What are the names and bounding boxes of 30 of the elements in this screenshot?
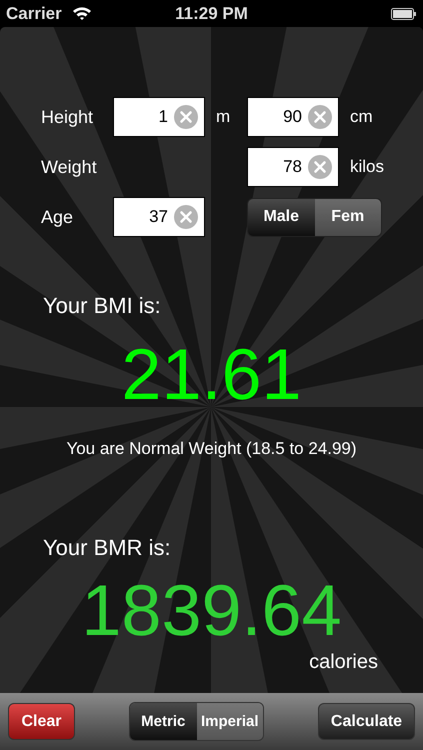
unit-segment[interactable]: Metric [130,703,196,740]
bmi-heading: Your BMI is: [42,293,162,319]
battery-icon [391,8,417,20]
input-field[interactable]: 78 [247,147,339,187]
gender-segment[interactable]: Male [248,198,314,236]
carrier-label: Carrier [6,4,62,24]
input-field[interactable]: 90 [247,97,339,137]
bmi-category-text: You are Normal Weight (18.5 to 24.99) [65,439,358,459]
bmr-heading: Your BMR is: [42,535,172,561]
clear-button[interactable]: Clear [8,703,75,740]
unit-label: cm [349,107,374,127]
clear-icon[interactable] [308,105,332,129]
clear-icon[interactable] [174,105,198,129]
bmr-value: 1839.64 [80,575,343,647]
input-field[interactable]: 37 [113,197,205,237]
unit-label: m [215,107,232,127]
calculate-button[interactable]: Calculate [318,703,415,740]
field-label: Weight [41,156,98,178]
field-label: Height [41,106,94,128]
clear-icon[interactable] [174,205,198,229]
field-label: Age [41,206,74,228]
bmi-value: 21.61 [120,339,303,411]
unit-segment[interactable]: Imperial [196,703,263,740]
gender-segment[interactable]: Fem [314,198,381,236]
clear-icon[interactable] [308,155,332,179]
wifi-icon [72,6,92,21]
input-field[interactable]: 1 [113,97,205,137]
calories-unit: calories [309,651,378,674]
unit-label: kilos [349,157,386,177]
clock-time: 11:29 PM [175,4,248,24]
